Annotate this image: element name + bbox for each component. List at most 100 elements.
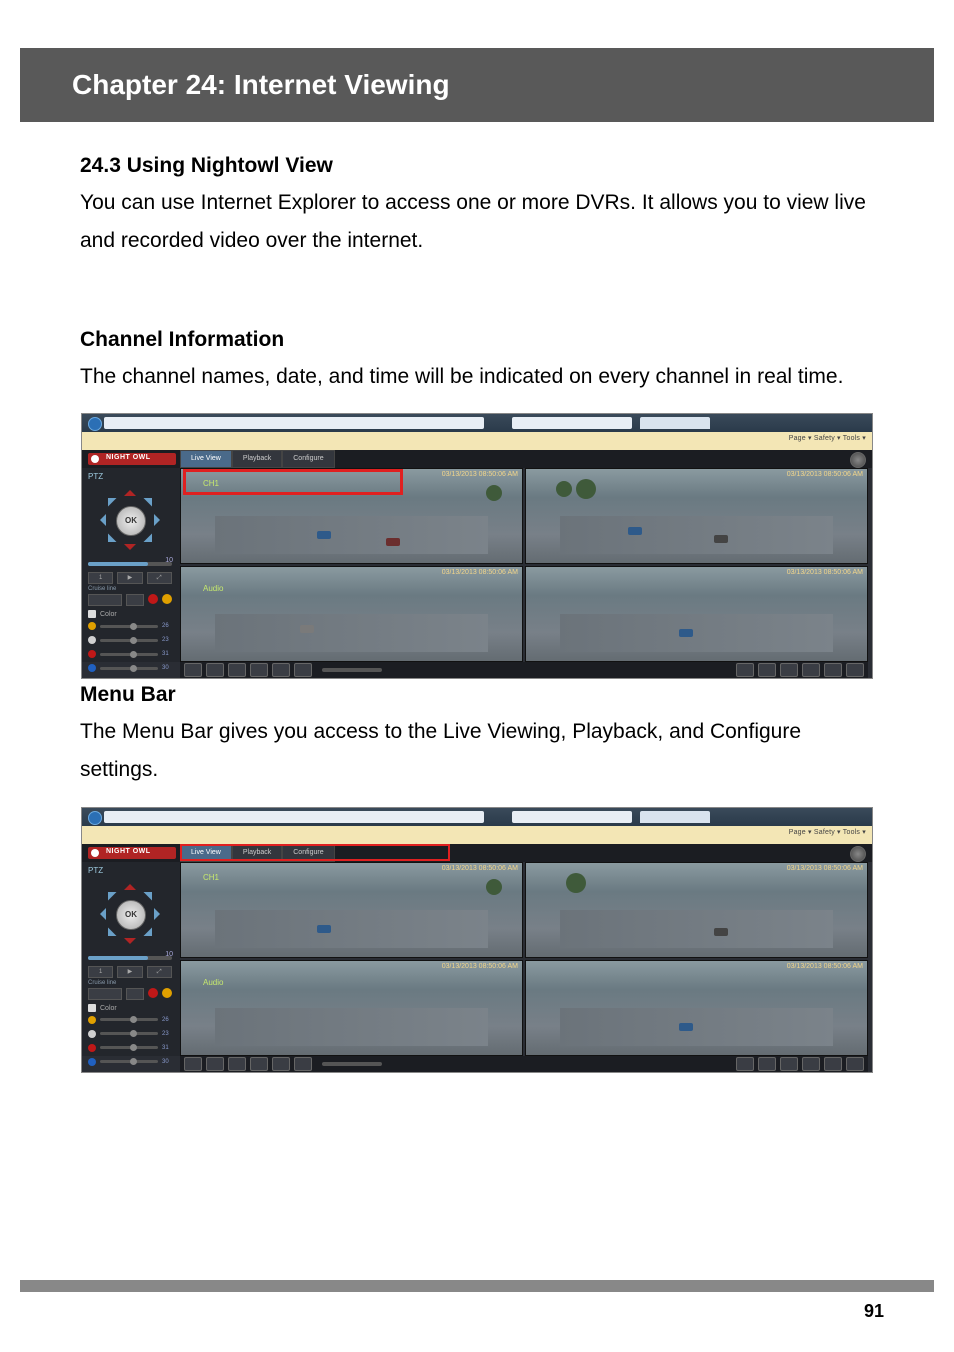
camera-ch3[interactable]: 03/13/2013 08:50:06 AM Audio (180, 566, 523, 662)
ptz-ok-button[interactable]: OK (116, 900, 146, 930)
ptz-right-icon[interactable] (154, 908, 166, 920)
quad-view-button[interactable] (780, 1057, 798, 1071)
tab-configure[interactable]: Configure (282, 450, 334, 468)
camera-ch4[interactable]: 03/13/2013 08:50:06 AM (525, 960, 868, 1056)
camera-ch3[interactable]: 03/13/2013 08:50:06 AM Audio (180, 960, 523, 1056)
ptz-downright-icon[interactable] (144, 927, 161, 944)
camera-ch2[interactable]: 03/13/2013 08:50:06 AM (525, 862, 868, 958)
slider-saturation[interactable]: 31 (88, 1044, 172, 1052)
tab-configure[interactable]: Configure (282, 844, 334, 862)
ptz-upleft-icon[interactable] (100, 490, 117, 507)
cruise-record-icon[interactable] (148, 594, 158, 604)
ptz-upright-icon[interactable] (144, 490, 161, 507)
next-page-button[interactable] (846, 663, 864, 677)
fullscreen-button[interactable] (736, 663, 754, 677)
cruise-stop-icon[interactable] (162, 594, 172, 604)
preset-input[interactable]: 1 (88, 966, 113, 978)
slider-hue[interactable]: 30 (88, 1058, 172, 1066)
ie-page-menus[interactable]: Page ▾ Safety ▾ Tools ▾ (789, 828, 866, 836)
mute-icon[interactable] (294, 1057, 312, 1071)
tab-playback[interactable]: Playback (232, 450, 282, 468)
prev-page-button[interactable] (824, 663, 842, 677)
ptz-upright-icon[interactable] (144, 883, 161, 900)
preset-go-button[interactable]: ▶ (117, 966, 142, 978)
ptz-right-icon[interactable] (154, 514, 166, 526)
ptz-up-icon[interactable] (124, 878, 136, 890)
ptz-down-icon[interactable] (124, 938, 136, 950)
tab-playback[interactable]: Playback (232, 844, 282, 862)
record-button[interactable] (184, 663, 202, 677)
camera-ch1[interactable]: 03/13/2013 08:50:06 AM CH1 (180, 862, 523, 958)
snapshot-button[interactable] (206, 1057, 224, 1071)
preset-row: 1 ▶ ⤢ (88, 572, 172, 584)
volume-slider[interactable] (322, 1062, 382, 1066)
bottom-toolbar (180, 662, 868, 678)
ie-address-bar[interactable] (104, 811, 484, 823)
ptz-downleft-icon[interactable] (100, 534, 117, 551)
snapshot-button[interactable] (206, 663, 224, 677)
ie-back-button[interactable] (88, 811, 102, 825)
cruise-record-icon[interactable] (148, 988, 158, 998)
ptz-speed-slider[interactable]: 10 (88, 562, 172, 566)
talk-button[interactable] (228, 1057, 246, 1071)
camera-ch1[interactable]: 03/13/2013 08:50:06 AM CH1 (180, 468, 523, 564)
capture-button[interactable] (250, 1057, 268, 1071)
nine-view-button[interactable] (802, 663, 820, 677)
camera-ch2[interactable]: 03/13/2013 08:50:06 AM (525, 468, 868, 564)
cruise-select[interactable] (88, 594, 122, 606)
brightness-icon (88, 1016, 96, 1024)
ptz-up-icon[interactable] (124, 484, 136, 496)
record-button[interactable] (184, 1057, 202, 1071)
single-view-button[interactable] (758, 663, 776, 677)
ptz-downright-icon[interactable] (144, 534, 161, 551)
preset-zoom-button[interactable]: ⤢ (147, 966, 172, 978)
ie-page-menus[interactable]: Page ▾ Safety ▾ Tools ▾ (789, 434, 866, 442)
talk-button[interactable] (228, 663, 246, 677)
stop-button[interactable] (272, 663, 290, 677)
ie-tab[interactable] (640, 811, 710, 823)
power-icon[interactable] (850, 452, 866, 468)
ptz-downleft-icon[interactable] (100, 927, 117, 944)
slider-contrast[interactable]: 23 (88, 1030, 172, 1038)
fullscreen-button[interactable] (736, 1057, 754, 1071)
single-view-button[interactable] (758, 1057, 776, 1071)
cruise-label: Cruise line (88, 980, 116, 986)
ptz-speed-value: 10 (165, 557, 173, 564)
ie-address-bar[interactable] (104, 417, 484, 429)
cruise-play-button[interactable] (126, 988, 144, 1000)
nine-view-button[interactable] (802, 1057, 820, 1071)
slider-saturation[interactable]: 31 (88, 650, 172, 658)
cruise-label: Cruise line (88, 586, 116, 592)
next-page-button[interactable] (846, 1057, 864, 1071)
cruise-play-button[interactable] (126, 594, 144, 606)
preset-input[interactable]: 1 (88, 572, 113, 584)
cruise-stop-icon[interactable] (162, 988, 172, 998)
slider-brightness[interactable]: 26 (88, 622, 172, 630)
tab-live-view[interactable]: Live View (180, 450, 232, 468)
mute-icon[interactable] (294, 663, 312, 677)
ptz-left-icon[interactable] (94, 908, 106, 920)
ie-back-button[interactable] (88, 417, 102, 431)
volume-slider[interactable] (322, 668, 382, 672)
slider-brightness[interactable]: 26 (88, 1016, 172, 1024)
preset-go-button[interactable]: ▶ (117, 572, 142, 584)
ie-search-box[interactable] (512, 811, 632, 823)
ptz-ok-button[interactable]: OK (116, 506, 146, 536)
tab-live-view[interactable]: Live View (180, 844, 232, 862)
preset-zoom-button[interactable]: ⤢ (147, 572, 172, 584)
power-icon[interactable] (850, 846, 866, 862)
ptz-down-icon[interactable] (124, 544, 136, 556)
cruise-select[interactable] (88, 988, 122, 1000)
slider-hue[interactable]: 30 (88, 664, 172, 672)
stop-button[interactable] (272, 1057, 290, 1071)
slider-contrast[interactable]: 23 (88, 636, 172, 644)
quad-view-button[interactable] (780, 663, 798, 677)
camera-ch4[interactable]: 03/13/2013 08:50:06 AM (525, 566, 868, 662)
prev-page-button[interactable] (824, 1057, 842, 1071)
capture-button[interactable] (250, 663, 268, 677)
ptz-left-icon[interactable] (94, 514, 106, 526)
ie-tab[interactable] (640, 417, 710, 429)
ptz-speed-slider[interactable]: 10 (88, 956, 172, 960)
ptz-upleft-icon[interactable] (100, 883, 117, 900)
ie-search-box[interactable] (512, 417, 632, 429)
